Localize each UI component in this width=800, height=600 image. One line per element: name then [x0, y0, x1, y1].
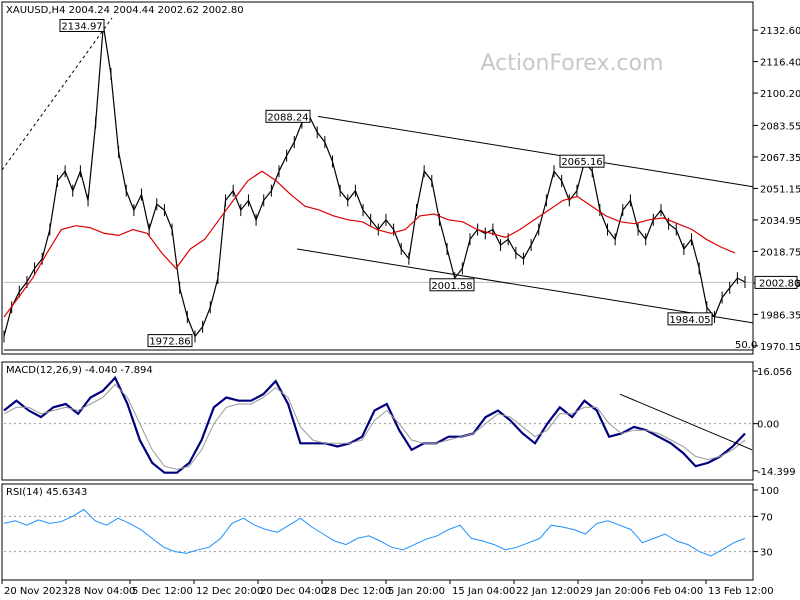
price-annotation: 2088.24 [265, 109, 311, 123]
price-annotation: 1984.05 [667, 312, 713, 326]
rsi-chart [3, 508, 753, 557]
watermark: ActionForex.com [481, 51, 664, 76]
x-tick-label: 5 Dec 12:00 [132, 586, 193, 597]
x-tick-label: 20 Dec 04:00 [260, 586, 327, 597]
x-tick-label: 22 Jan 12:00 [516, 586, 579, 597]
rsi-tick-label: 100 [760, 486, 779, 497]
price-tick-label: 2100.20 [760, 89, 800, 100]
last-price-label: 2002.80 [759, 278, 800, 289]
x-tick-label: 28 Dec 12:00 [324, 586, 391, 597]
price-annotation: 1972.86 [147, 334, 193, 348]
macd-chart [3, 375, 753, 474]
price-annotation: 2001.58 [429, 278, 475, 292]
last-price-box: 2002.80 [754, 275, 800, 289]
macd-panel-title: MACD(12,26,9) -4.040 -7.894 [6, 365, 153, 376]
x-tick-label: 29 Jan 20:00 [580, 586, 643, 597]
chart-area: ActionForex.com XAUUSD,H4 2004.24 2004.4… [1, 1, 800, 597]
moving-average-line [3, 170, 736, 318]
x-tick-label: 12 Dec 20:00 [196, 586, 263, 597]
channel-lower-line [296, 248, 754, 324]
rsi-tick-label: 70 [760, 512, 773, 523]
rsi-panel [1, 483, 754, 581]
macd-trend-line [619, 393, 753, 451]
dashed-trend-line [1, 17, 113, 171]
price-tick-label: 2132.60 [760, 26, 800, 37]
annotation-label: 2088.24 [267, 112, 308, 123]
x-tick-label: 28 Nov 04:00 [68, 586, 135, 597]
x-tick-label: 13 Feb 12:00 [708, 586, 774, 597]
price-panel-title: XAUUSD,H4 2004.24 2004.44 2002.62 2002.8… [6, 5, 244, 16]
price-tick-label: 1970.15 [760, 342, 800, 353]
x-tick-label: 20 Nov 2023 [4, 586, 68, 597]
x-tick-label: 5 Jan 20:00 [388, 586, 445, 597]
price-annotation: 2134.97 [59, 18, 105, 32]
macd-line [3, 375, 746, 474]
price-tick-label: 2116.40 [760, 58, 800, 69]
price-tick-label: 2018.75 [760, 247, 800, 258]
price-annotation: 2065.16 [559, 154, 605, 168]
channel-upper-line [317, 115, 754, 188]
price-tick-label: 2067.35 [760, 153, 800, 164]
price-tick-label: 1986.35 [760, 310, 800, 321]
price-tick-label: 2051.15 [760, 184, 800, 195]
macd-tick-label: 0.00 [757, 420, 779, 431]
price-tick-label: 2034.95 [760, 216, 800, 227]
annotation-label: 2134.97 [61, 21, 102, 32]
macd-tick-label: 16.056 [757, 367, 792, 378]
macd-tick-label: -14.399 [757, 467, 796, 478]
annotation-label: 2065.16 [561, 157, 602, 168]
annotation-label: 1984.05 [669, 315, 710, 326]
rsi-tick-label: 30 [760, 548, 773, 559]
price-tick-label: 2083.55 [760, 121, 800, 132]
x-tick-label: 15 Jan 04:00 [452, 586, 515, 597]
annotation-label: 2001.58 [431, 281, 472, 292]
annotation-label: 1972.86 [149, 337, 190, 348]
rsi-panel-title: RSI(14) 45.6343 [6, 487, 87, 498]
x-tick-label: 6 Feb 04:00 [644, 586, 703, 597]
